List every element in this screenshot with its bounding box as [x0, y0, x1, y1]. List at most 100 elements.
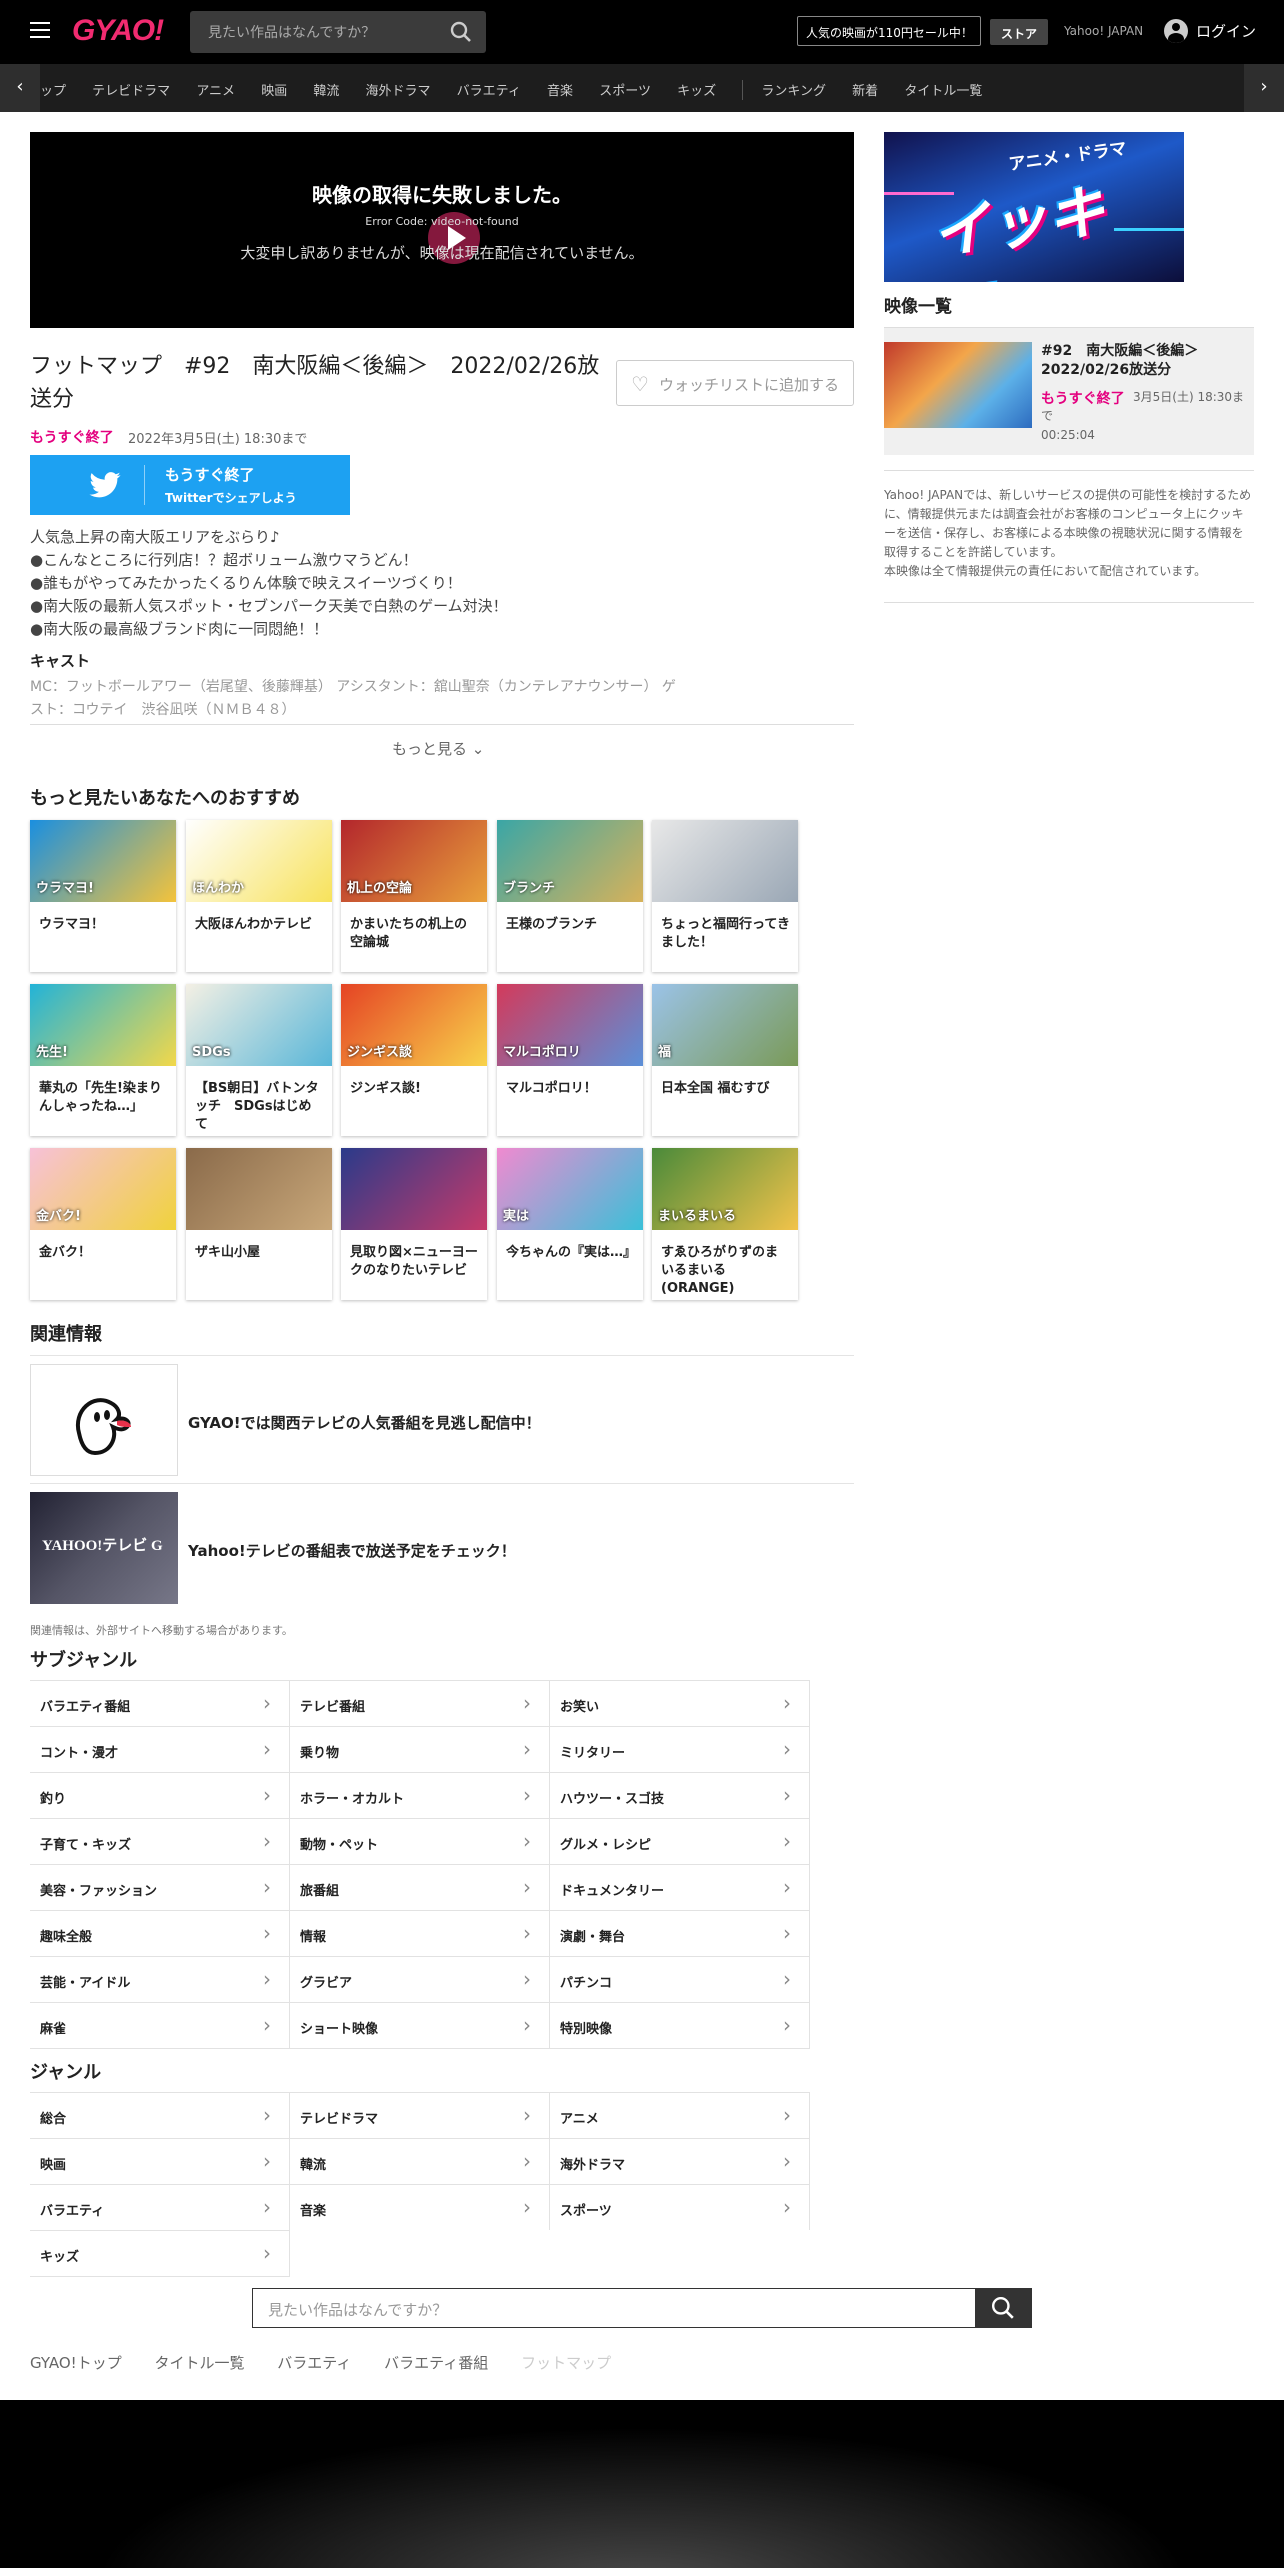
subgenre-link[interactable]: グラビア [290, 1956, 550, 2002]
recommend-card[interactable]: ザキ山小屋 [186, 1148, 332, 1300]
subgenre-link[interactable]: ミリタリー [550, 1726, 810, 1772]
recommend-card[interactable]: 福日本全国 福むすび [652, 984, 798, 1136]
related-item[interactable]: GYAO!では関西テレビの人気番組を見逃し配信中！ [30, 1355, 854, 1483]
footer-search-input[interactable]: 見たい作品はなんですか？ [252, 2288, 1032, 2328]
subgenre-link[interactable]: 動物・ペット [290, 1818, 550, 1864]
subgenre-link[interactable]: ハウツー・スゴ技 [550, 1772, 810, 1818]
recommend-thumbnail [341, 1148, 487, 1230]
subgenre-link[interactable]: 趣味全般 [30, 1910, 290, 1956]
related-text[interactable]: Yahoo!テレビの番組表で放送予定をチェック！ [188, 1540, 516, 1561]
subgenre-link[interactable]: テレビ番組 [290, 1680, 550, 1726]
description-line: ●こんなところに行列店！？超ボリューム激ウマうどん！ [30, 551, 418, 569]
nav-item[interactable]: バラエティ [457, 84, 521, 99]
sale-link[interactable]: 人気の映画が110円セール中！ [797, 16, 981, 46]
recommend-card[interactable]: ほんわか 大阪ほんわかテレビ [186, 820, 332, 972]
hamburger-menu-icon[interactable] [30, 22, 50, 38]
nav-item[interactable]: アニメ [196, 84, 235, 99]
subgenre-link[interactable]: 美容・ファッション [30, 1864, 290, 1910]
video-player[interactable]: 映像の取得に失敗しました。 Error Code: video-not-foun… [30, 132, 854, 328]
recommend-card[interactable]: 先生! 華丸の「先生!染まりんしゃったね…」 [30, 984, 176, 1136]
video-list-item-status: もうすぐ終了 [1041, 391, 1125, 407]
banner-title: イッキ見! [927, 176, 1110, 282]
recommend-card[interactable]: まいるまいる すゑひろがりずのまいるまいる(ORANGE) [652, 1148, 798, 1300]
gyao-logo[interactable]: GYAO! [72, 14, 164, 48]
nav-item[interactable]: 海外ドラマ [366, 84, 431, 99]
recommend-card[interactable]: ちょっと福岡行ってきました！ [652, 820, 798, 972]
add-watchlist-button[interactable]: ♡ ウォッチリストに追加する [616, 360, 854, 406]
subgenre-link[interactable]: パチンコ [550, 1956, 810, 2002]
recommend-card[interactable]: SDGs 【BS朝日】バトンタッチ SDGsはじめて [186, 984, 332, 1136]
genre-link[interactable]: 音楽 [290, 2184, 550, 2230]
breadcrumb-item[interactable]: タイトル一覧 [154, 2354, 244, 2372]
recommend-card[interactable]: 金バク! 金バク！ [30, 1148, 176, 1300]
subgenre-link[interactable]: バラエティ番組 [30, 1680, 290, 1726]
breadcrumb-item[interactable]: バラエティ [277, 2354, 351, 2372]
recommend-card[interactable]: 実は 今ちゃんの『実は…』 [497, 1148, 643, 1300]
subgenre-link[interactable]: ドキュメンタリー [550, 1864, 810, 1910]
video-list-item[interactable]: #92 南大阪編＜後編＞ 2022/02/26放送分 3月5日(土) 18:30… [884, 327, 1254, 455]
genre-link[interactable]: 海外ドラマ [550, 2138, 810, 2184]
genre-link[interactable]: 韓流 [290, 2138, 550, 2184]
subgenre-link[interactable]: 芸能・アイドル [30, 1956, 290, 2002]
store-button[interactable]: ストア [990, 19, 1048, 45]
recommend-card[interactable]: 机上の空論 かまいたちの机上の空論城 [341, 820, 487, 972]
nav-item[interactable]: キッズ [677, 84, 716, 99]
nav-item[interactable]: ップ [40, 84, 66, 99]
recommend-card[interactable]: ジンギス談 ジンギス談! [341, 984, 487, 1136]
nav-item[interactable]: 韓流 [313, 84, 339, 99]
recommend-card[interactable]: ブランチ 王様のブランチ [497, 820, 643, 972]
header-search-input[interactable]: 見たい作品はなんですか？ [190, 11, 486, 53]
genre-link[interactable]: バラエティ [30, 2184, 290, 2230]
genre-link[interactable]: テレビドラマ [290, 2092, 550, 2138]
video-list-heading: 映像一覧 [884, 297, 952, 317]
search-icon[interactable] [450, 21, 472, 43]
nav-item[interactable]: 新着 [852, 84, 878, 99]
nav-right-chevron-icon[interactable]: › [1244, 64, 1284, 112]
search-icon [991, 2296, 1014, 2319]
twitter-status: もうすぐ終了 [165, 466, 255, 484]
breadcrumb-item[interactable]: GYAO!トップ [30, 2354, 122, 2372]
genre-link[interactable]: 総合 [30, 2092, 290, 2138]
twitter-share-button[interactable]: もうすぐ終了 Twitterでシェアしよう [30, 455, 350, 515]
thumbnail-title-art: 机上の空論 [347, 881, 413, 896]
subgenre-link[interactable]: ホラー・オカルト [290, 1772, 550, 1818]
subgenre-link[interactable]: 情報 [290, 1910, 550, 1956]
related-text[interactable]: GYAO!では関西テレビの人気番組を見逃し配信中！ [188, 1412, 541, 1433]
nav-item[interactable]: テレビドラマ [92, 84, 170, 99]
genre-link[interactable]: キッズ [30, 2230, 290, 2276]
nav-item[interactable]: スポーツ [599, 84, 651, 99]
ikkimi-banner[interactable]: アニメ・ドラマ イッキ見! [884, 132, 1184, 282]
genre-nav: ‹ ップ テレビドラマ アニメ 映画 韓流 海外ドラマ バラエティ 音楽 スポー… [0, 64, 1284, 112]
recommend-card[interactable]: マルコポロリ マルコポロリ！ [497, 984, 643, 1136]
description-line: ●誰もがやってみたかったくるりん体験で映えスイーツづくり！ [30, 574, 462, 592]
subgenre-link[interactable]: 演劇・舞台 [550, 1910, 810, 1956]
genre-link[interactable]: 映画 [30, 2138, 290, 2184]
genre-link[interactable]: スポーツ [550, 2184, 810, 2230]
recommend-card[interactable]: 見取り図×ニューヨークのなりたいテレビ [341, 1148, 487, 1300]
subgenre-link[interactable]: お笑い [550, 1680, 810, 1726]
login-button[interactable]: ログイン [1164, 19, 1256, 47]
nav-item[interactable]: タイトル一覧 [904, 84, 982, 99]
show-more-button[interactable]: もっと見る ⌄ [392, 738, 484, 759]
subgenre-link[interactable]: 子育て・キッズ [30, 1818, 290, 1864]
subgenre-link[interactable]: ショート映像 [290, 2002, 550, 2048]
related-item[interactable]: YAHOO!テレビ G Yahoo!テレビの番組表で放送予定をチェック！ [30, 1483, 854, 1611]
nav-left-chevron-icon[interactable]: ‹ [0, 64, 40, 112]
recommend-card[interactable]: ウラマヨ! ウラマヨ！ [30, 820, 176, 972]
yahoo-japan-link[interactable]: Yahoo! JAPAN [1064, 24, 1143, 38]
thumbnail-title-art: 実は [503, 1209, 530, 1224]
subgenre-link[interactable]: グルメ・レシピ [550, 1818, 810, 1864]
subgenre-link[interactable]: 旅番組 [290, 1864, 550, 1910]
recommend-title: 見取り図×ニューヨークのなりたいテレビ [350, 1245, 478, 1278]
subgenre-link[interactable]: 特別映像 [550, 2002, 810, 2048]
genre-link[interactable]: アニメ [550, 2092, 810, 2138]
subgenre-link[interactable]: 麻雀 [30, 2002, 290, 2048]
subgenre-link[interactable]: 乗り物 [290, 1726, 550, 1772]
nav-item[interactable]: 映画 [261, 84, 287, 99]
footer-search-button[interactable] [975, 2289, 1031, 2327]
nav-item[interactable]: 音楽 [547, 84, 573, 99]
subgenre-link[interactable]: 釣り [30, 1772, 290, 1818]
nav-item[interactable]: ランキング [761, 84, 826, 99]
subgenre-link[interactable]: コント・漫才 [30, 1726, 290, 1772]
breadcrumb-item[interactable]: バラエティ番組 [384, 2354, 488, 2372]
